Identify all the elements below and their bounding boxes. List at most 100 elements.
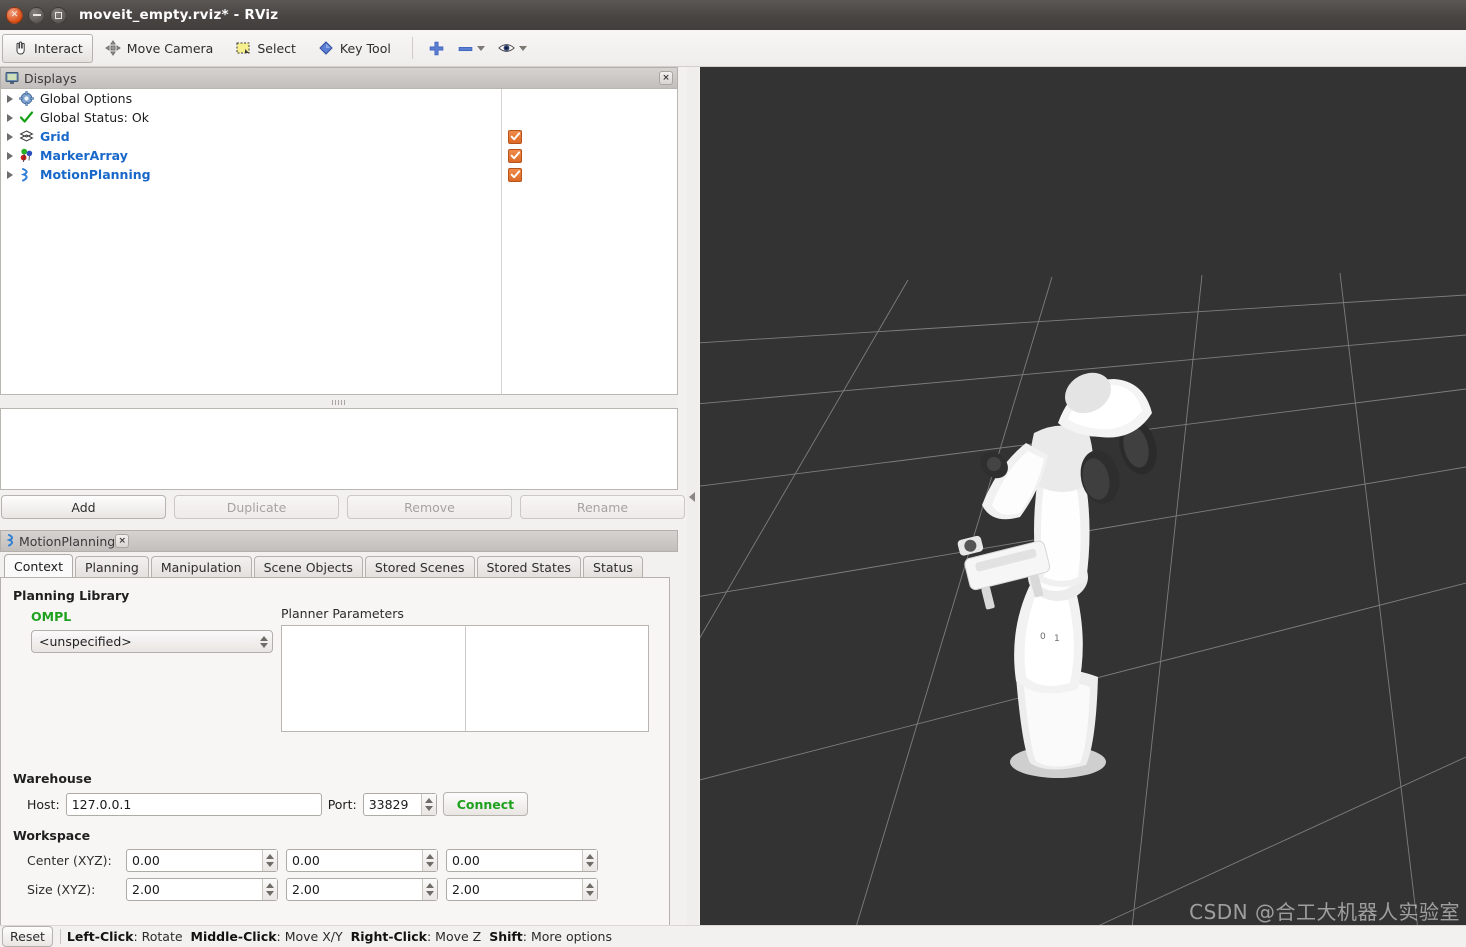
tree-item-global-status[interactable]: Global Status: Ok <box>1 108 677 127</box>
motionplanning-panel-title: MotionPlanning <box>19 533 116 549</box>
add-tool-plus-icon[interactable] <box>422 35 451 62</box>
hint-key-left-click: Left-Click <box>66 929 134 944</box>
motionplanning-tabbar: Context Planning Manipulation Scene Obje… <box>0 554 678 578</box>
mouse-hints: Left-Click: Rotate Middle-Click: Move X/… <box>59 929 612 944</box>
dock-collapse-handle[interactable] <box>687 67 698 947</box>
size-y-input[interactable]: 2.00 <box>286 878 438 901</box>
tab-planning[interactable]: Planning <box>74 556 149 578</box>
gear-icon <box>19 91 34 106</box>
remove-display-button[interactable]: Remove <box>347 495 512 519</box>
center-x-input[interactable]: 0.00 <box>126 849 278 872</box>
size-y-stepper-icon[interactable] <box>422 879 437 900</box>
tab-scene-objects[interactable]: Scene Objects <box>253 556 363 578</box>
tool-select-button[interactable]: Select <box>225 34 306 63</box>
motionplanning-panel-header: MotionPlanning × <box>0 530 678 552</box>
status-bar: Reset Left-Click: Rotate Middle-Click: M… <box>0 925 1466 947</box>
tree-item-global-options[interactable]: Global Options <box>1 89 677 108</box>
rviz-3d-viewport[interactable]: 01 CSDN @合工大机器人实验室 21 fps <box>700 67 1466 947</box>
port-value: 33829 <box>368 796 409 812</box>
context-tab-page: Planning Library OMPL <unspecified> Plan… <box>0 577 670 947</box>
tree-item-checkbox[interactable] <box>508 167 522 182</box>
tree-item-markerarray[interactable]: MarkerArray <box>1 146 677 165</box>
workspace-heading: Workspace <box>13 828 91 843</box>
green-check-icon <box>19 110 34 125</box>
displays-panel-close-icon[interactable]: × <box>659 71 673 85</box>
tool-move-camera-button[interactable]: Move Camera <box>95 34 224 63</box>
duplicate-display-button[interactable]: Duplicate <box>174 495 339 519</box>
size-z-stepper-icon[interactable] <box>582 879 597 900</box>
minimize-window-button[interactable] <box>28 6 45 24</box>
planner-parameters-name-column <box>282 626 466 731</box>
hand-cursor-icon <box>12 40 29 57</box>
tab-stored-states[interactable]: Stored States <box>476 556 582 578</box>
displays-panel-header: Displays × <box>0 67 678 88</box>
workspace-center-row: Center (XYZ): 0.00 0.00 0.00 <box>13 849 657 872</box>
size-x-stepper-icon[interactable] <box>262 879 277 900</box>
display-description-box <box>0 408 678 490</box>
tab-stored-scenes[interactable]: Stored Scenes <box>364 556 475 578</box>
visibility-eye-icon[interactable] <box>491 35 533 62</box>
tab-context[interactable]: Context <box>4 554 73 578</box>
port-input[interactable]: 33829 <box>362 792 437 816</box>
add-display-button[interactable]: Add <box>1 495 166 519</box>
tool-key-tool-button[interactable]: Key Tool <box>308 34 401 63</box>
diamond-key-icon <box>318 40 335 57</box>
workspace-size-row: Size (XYZ): 2.00 2.00 2.00 <box>13 878 657 901</box>
hint-action-right-click: : Move Z <box>426 929 482 944</box>
size-z-value: 2.00 <box>452 882 480 897</box>
size-y-value: 2.00 <box>292 882 320 897</box>
host-input[interactable]: 127.0.0.1 <box>65 792 322 816</box>
collapse-left-arrow-icon[interactable] <box>689 492 695 502</box>
tool-interact-button[interactable]: Interact <box>2 33 93 63</box>
close-window-button[interactable]: ✕ <box>6 6 23 24</box>
remove-tool-minus-icon[interactable] <box>451 35 491 62</box>
expand-arrow-icon[interactable] <box>7 132 13 141</box>
tree-item-checkbox[interactable] <box>508 129 522 144</box>
motionplanning-panel-close-icon[interactable]: × <box>115 534 130 548</box>
viewport-scene: 01 <box>700 67 1466 947</box>
center-z-input[interactable]: 0.00 <box>446 849 598 872</box>
tab-status[interactable]: Status <box>583 556 643 578</box>
center-y-input[interactable]: 0.00 <box>286 849 438 872</box>
center-z-stepper-icon[interactable] <box>582 850 597 871</box>
tree-item-label: MotionPlanning <box>40 167 151 182</box>
hint-action-shift: : More options <box>522 929 612 944</box>
panel-splitter[interactable] <box>0 396 678 408</box>
planner-select[interactable]: <unspecified> <box>31 630 273 653</box>
planner-parameters-table[interactable] <box>281 625 649 732</box>
hint-key-shift: Shift <box>489 929 523 944</box>
tree-item-grid[interactable]: Grid <box>1 127 677 146</box>
size-x-input[interactable]: 2.00 <box>126 878 278 901</box>
warehouse-heading: Warehouse <box>13 771 92 786</box>
maximize-window-button[interactable] <box>50 6 67 24</box>
expand-arrow-icon[interactable] <box>7 94 13 103</box>
expand-arrow-icon[interactable] <box>7 113 13 122</box>
tree-item-checkbox[interactable] <box>508 148 522 163</box>
tree-item-label: Global Status: Ok <box>40 110 149 125</box>
displays-button-row: Add Duplicate Remove Rename <box>0 495 686 521</box>
marker-balloons-icon <box>19 148 34 163</box>
tree-item-label: Grid <box>40 129 70 144</box>
connect-button[interactable]: Connect <box>442 792 529 816</box>
rename-display-button[interactable]: Rename <box>520 495 685 519</box>
grid-layers-icon <box>19 129 34 144</box>
displays-panel-title: Displays <box>24 70 77 86</box>
expand-arrow-icon[interactable] <box>7 151 13 160</box>
hint-action-left-click: : Rotate <box>133 929 183 944</box>
expand-arrow-icon[interactable] <box>7 170 13 179</box>
size-z-input[interactable]: 2.00 <box>446 878 598 901</box>
displays-monitor-icon <box>5 71 19 85</box>
tab-manipulation[interactable]: Manipulation <box>150 556 252 578</box>
port-stepper-icon[interactable] <box>420 793 436 815</box>
center-x-stepper-icon[interactable] <box>262 850 277 871</box>
displays-tree[interactable]: Global Options Global Status: Ok Grid Ma… <box>0 88 678 395</box>
visibility-chevron-down-icon[interactable] <box>518 45 527 51</box>
reset-view-button[interactable]: Reset <box>2 926 53 947</box>
svg-text:0: 0 <box>1040 632 1046 642</box>
center-y-stepper-icon[interactable] <box>422 850 437 871</box>
planner-select-spin-icon[interactable] <box>260 635 268 648</box>
center-z-value: 0.00 <box>452 853 480 868</box>
planner-select-value: <unspecified> <box>39 634 132 649</box>
tree-item-motionplanning[interactable]: MotionPlanning <box>1 165 677 184</box>
remove-tool-chevron-down-icon[interactable] <box>476 45 485 51</box>
